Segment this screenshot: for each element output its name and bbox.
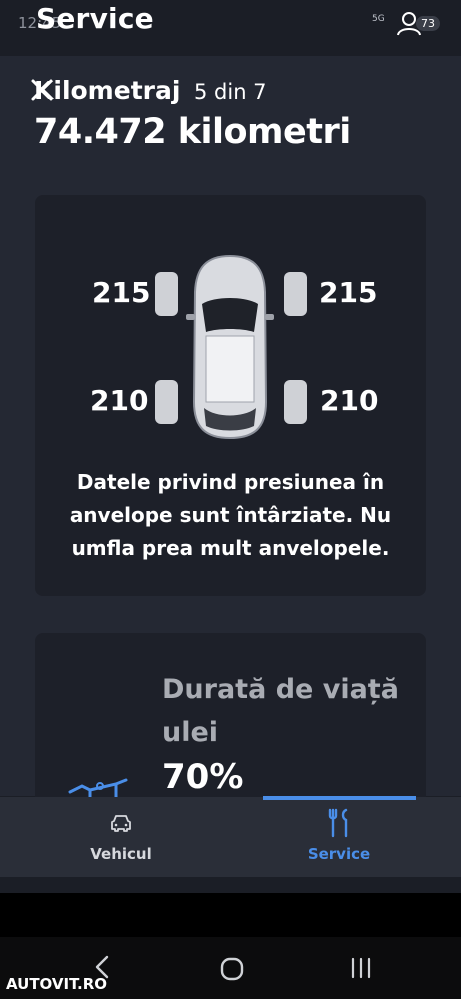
tire-front-left-icon: [155, 272, 178, 316]
recent-apps-icon[interactable]: [350, 957, 372, 979]
network-indicator: 5G: [372, 14, 385, 24]
overlay-title: Kilometraj: [34, 76, 181, 105]
tire-rear-left-value: 210: [90, 384, 149, 417]
car-icon[interactable]: [110, 813, 132, 833]
active-tab-indicator: [263, 797, 416, 800]
page-title: Service: [36, 2, 154, 35]
tire-warning-message: Datele privind presiunea în anvelope sun…: [69, 470, 392, 560]
close-icon[interactable]: [30, 78, 54, 102]
nav-item-vehicul[interactable]: Vehicul: [8, 845, 234, 863]
notification-badge: 73: [416, 16, 440, 31]
tire-rear-right-value: 210: [320, 384, 379, 417]
tire-front-right-icon: [284, 272, 307, 316]
bottom-navigation: [0, 797, 461, 877]
oil-life-title: Durată de viață ulei: [162, 674, 399, 748]
home-icon[interactable]: [220, 957, 244, 981]
nav-item-service[interactable]: Service: [226, 845, 452, 863]
tire-rear-left-icon: [155, 380, 178, 424]
tire-front-left-value: 215: [92, 276, 151, 309]
watermark: AUTOVIT.RO: [6, 975, 108, 993]
system-bar-gap: [0, 893, 461, 937]
page-counter: 5 din 7: [194, 80, 267, 104]
tire-rear-right-icon: [284, 380, 307, 424]
tire-front-right-value: 215: [319, 276, 378, 309]
spacer: [0, 877, 461, 893]
oil-life-percent: 70%: [162, 757, 244, 797]
tools-icon[interactable]: [328, 808, 352, 838]
car-topview-icon: [186, 254, 274, 440]
odometer-value: 74.472 kilometri: [34, 112, 351, 152]
